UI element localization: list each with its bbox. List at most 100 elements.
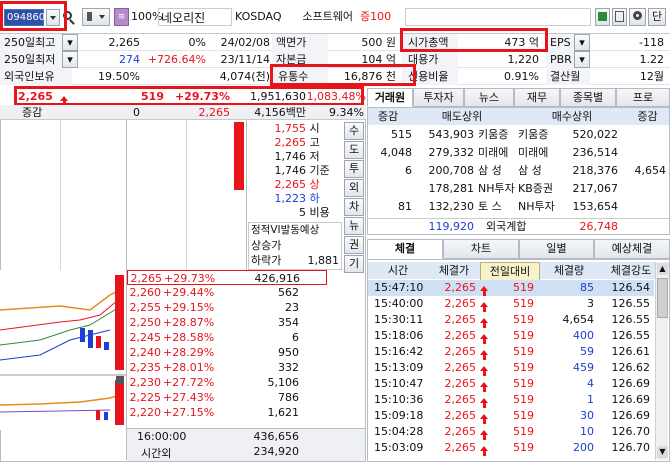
side-tab-2[interactable]: 투 [344, 160, 364, 178]
tab-trades[interactable]: 체결 [367, 239, 443, 259]
label-foreign-holding: 외국인보유 [0, 68, 72, 85]
tab-finance[interactable]: 재무 [514, 88, 560, 107]
code-dropdown-button[interactable] [46, 9, 60, 26]
zero-value: 0 [133, 106, 140, 119]
label-market-cap: 시가총액 [402, 34, 458, 51]
value-par-value: 500 원 [361, 36, 396, 49]
broker-tabs: 거래원 투자자 뉴스 재무 종목별 프로 [367, 88, 670, 107]
speaker-icon [87, 12, 92, 21]
summary-low: 1,746 저 [274, 150, 320, 163]
value-substitute-price: 1,220 [507, 53, 540, 66]
value-pbr: 1.22 [639, 53, 665, 66]
menu-icon[interactable]: ≡ [114, 8, 129, 26]
label-credit-ratio: 신용비율 [402, 68, 458, 85]
volume-rate: 1,083.48% [306, 90, 366, 103]
trade-row: 15:03:09 2,265 519 200 126.70 [374, 441, 650, 456]
vi-down-value: 1,881 [307, 254, 340, 267]
tab-by-item[interactable]: 종목별 [560, 88, 616, 107]
value-market-cap: 473 억 [504, 36, 539, 49]
scroll-up-icon[interactable]: ▲ [657, 263, 668, 275]
bid-row: 2,230 +27.72% 5,106 [129, 376, 300, 389]
chevron-down-icon [50, 16, 56, 20]
layout-icon[interactable] [612, 8, 627, 26]
label-capital: 자본금 [272, 51, 328, 68]
side-tab-5[interactable]: 뉴 [344, 217, 364, 235]
volume: 1,951,630 [250, 90, 306, 103]
ticker-box [405, 8, 591, 26]
change-rate: +29.73% [174, 90, 230, 103]
dropdown-250-low[interactable]: ▾ [62, 51, 78, 68]
tab-daily[interactable]: 일별 [519, 239, 594, 259]
tab-news[interactable]: 뉴스 [464, 88, 514, 107]
change-row: 증감 0 2,265 4,156백만 9.34% [0, 105, 366, 120]
summary-high: 2,265 고 [274, 136, 320, 149]
settings-icon[interactable] [629, 8, 646, 26]
single-mode-button[interactable]: 단 [648, 8, 666, 26]
trades-header: 시간 체결가 전일대비 체결량 체결강도 [368, 262, 669, 281]
value-eps: -118 [639, 36, 664, 49]
scroll-thumb[interactable] [657, 278, 668, 318]
after-hours-volume-2: 234,920 [253, 445, 300, 458]
scroll-down-icon[interactable]: ▼ [657, 446, 668, 458]
broker-row: 6 200,708 삼 성삼 성 218,376 4,654 [405, 164, 666, 177]
trades-scrollbar[interactable]: ▲ ▼ [655, 262, 668, 460]
value-float-shares: 16,876 천 [343, 70, 396, 83]
price-change: 519 [141, 90, 164, 103]
stock-name[interactable]: 네오리진 [158, 8, 232, 26]
stock-code-input[interactable]: 094860 [4, 9, 45, 26]
summary-open: 1,755 시 [274, 122, 320, 135]
label-par-value: 액면가 [272, 34, 328, 51]
foreign-shares: 4,074(천) [219, 70, 270, 83]
tab-chart[interactable]: 차트 [443, 239, 519, 259]
side-tab-1[interactable]: 도 [344, 141, 364, 159]
bid-ladder: 2,265 +29.73% 426,916 2,260 +29.44% 562 2,25… [127, 270, 327, 420]
pct-250-high: 0% [188, 36, 206, 49]
bid-row: 2,220 +27.15% 1,621 [129, 406, 300, 419]
side-tab-4[interactable]: 차 [344, 198, 364, 216]
side-tab-7[interactable]: 기 [344, 255, 364, 273]
vi-box: 정적VI발동예상 상승가 하락가 1,881 [248, 222, 342, 270]
trade-row: 15:18:06 2,265 519 400 126.55 [374, 329, 650, 344]
trade-row: 15:10:36 2,265 519 1 126.69 [374, 393, 650, 408]
foreign-total-label: 외국계합 [486, 220, 527, 233]
date-250-high: 24/02/08 [220, 36, 270, 49]
dropdown-250-high[interactable]: ▾ [62, 34, 78, 51]
tab-expected[interactable]: 예상체결 [594, 239, 670, 259]
tab-investor[interactable]: 투자자 [413, 88, 464, 107]
trade-row: 15:13:09 2,265 519 459 126.62 [374, 361, 650, 376]
trade-row: 15:16:42 2,265 519 59 126.61 [374, 345, 650, 360]
summary-base: 1,746 기준 [274, 164, 330, 177]
summary-lower-limit: 1,223 하 [274, 192, 320, 205]
info-row-1: 250일최고 2,265 0% 24/02/08 액면가 500 원 시가총액 … [0, 34, 670, 51]
turnover-rate: 9.34% [329, 106, 364, 119]
percent-label: 100% [131, 10, 163, 23]
label-substitute-price: 대용가 [402, 51, 458, 68]
side-tab-3[interactable]: 외 [344, 179, 364, 197]
summary-upper-limit: 2,265 상 [274, 178, 320, 191]
dropdown-pbr[interactable]: ▾ [574, 51, 590, 68]
search-icon[interactable] [61, 9, 76, 26]
side-tabs: 수 도 투 외 차 뉴 권 기 [344, 122, 364, 274]
margin-badge: 증100 [360, 10, 392, 23]
change-label: 증감 [22, 106, 43, 119]
tab-broker[interactable]: 거래원 [367, 88, 413, 107]
bid-row: 2,255 +29.15% 23 [129, 301, 300, 314]
value-250-high: 2,265 [108, 36, 141, 49]
tab-program[interactable]: 프로 [616, 88, 670, 107]
label-fiscal-month: 결산월 [546, 68, 590, 85]
price-summary: 1,755 시 2,265 고 1,746 저 1,746 기준 2,265 상… [248, 122, 342, 220]
info-row-2: 250일최저 274 +726.64% 23/11/14 자본금 104 억 대… [0, 51, 670, 68]
side-tab-0[interactable]: 수 [344, 122, 364, 140]
side-tab-6[interactable]: 권 [344, 236, 364, 254]
broker-row: 515 543,903 키움증 키움증 520,022 [391, 128, 618, 141]
sound-button[interactable] [82, 8, 110, 26]
bid-row: 2,265 +29.73% 426,916 [127, 270, 327, 285]
trade-row: 15:04:28 2,265 519 10 126.70 [374, 425, 650, 440]
quote-bar: 2,265 519 +29.73% 1,951,630 1,083.48% [0, 88, 366, 106]
dropdown-eps[interactable]: ▾ [574, 34, 590, 51]
bid-row: 2,225 +27.43% 786 [129, 391, 300, 404]
value-foreign-holding: 19.50% [98, 70, 140, 83]
industry-label: 소프트웨어 [302, 10, 353, 23]
window-icon[interactable] [595, 8, 610, 26]
foreign-total-row: 119,920 외국계합 26,748 [368, 218, 669, 234]
